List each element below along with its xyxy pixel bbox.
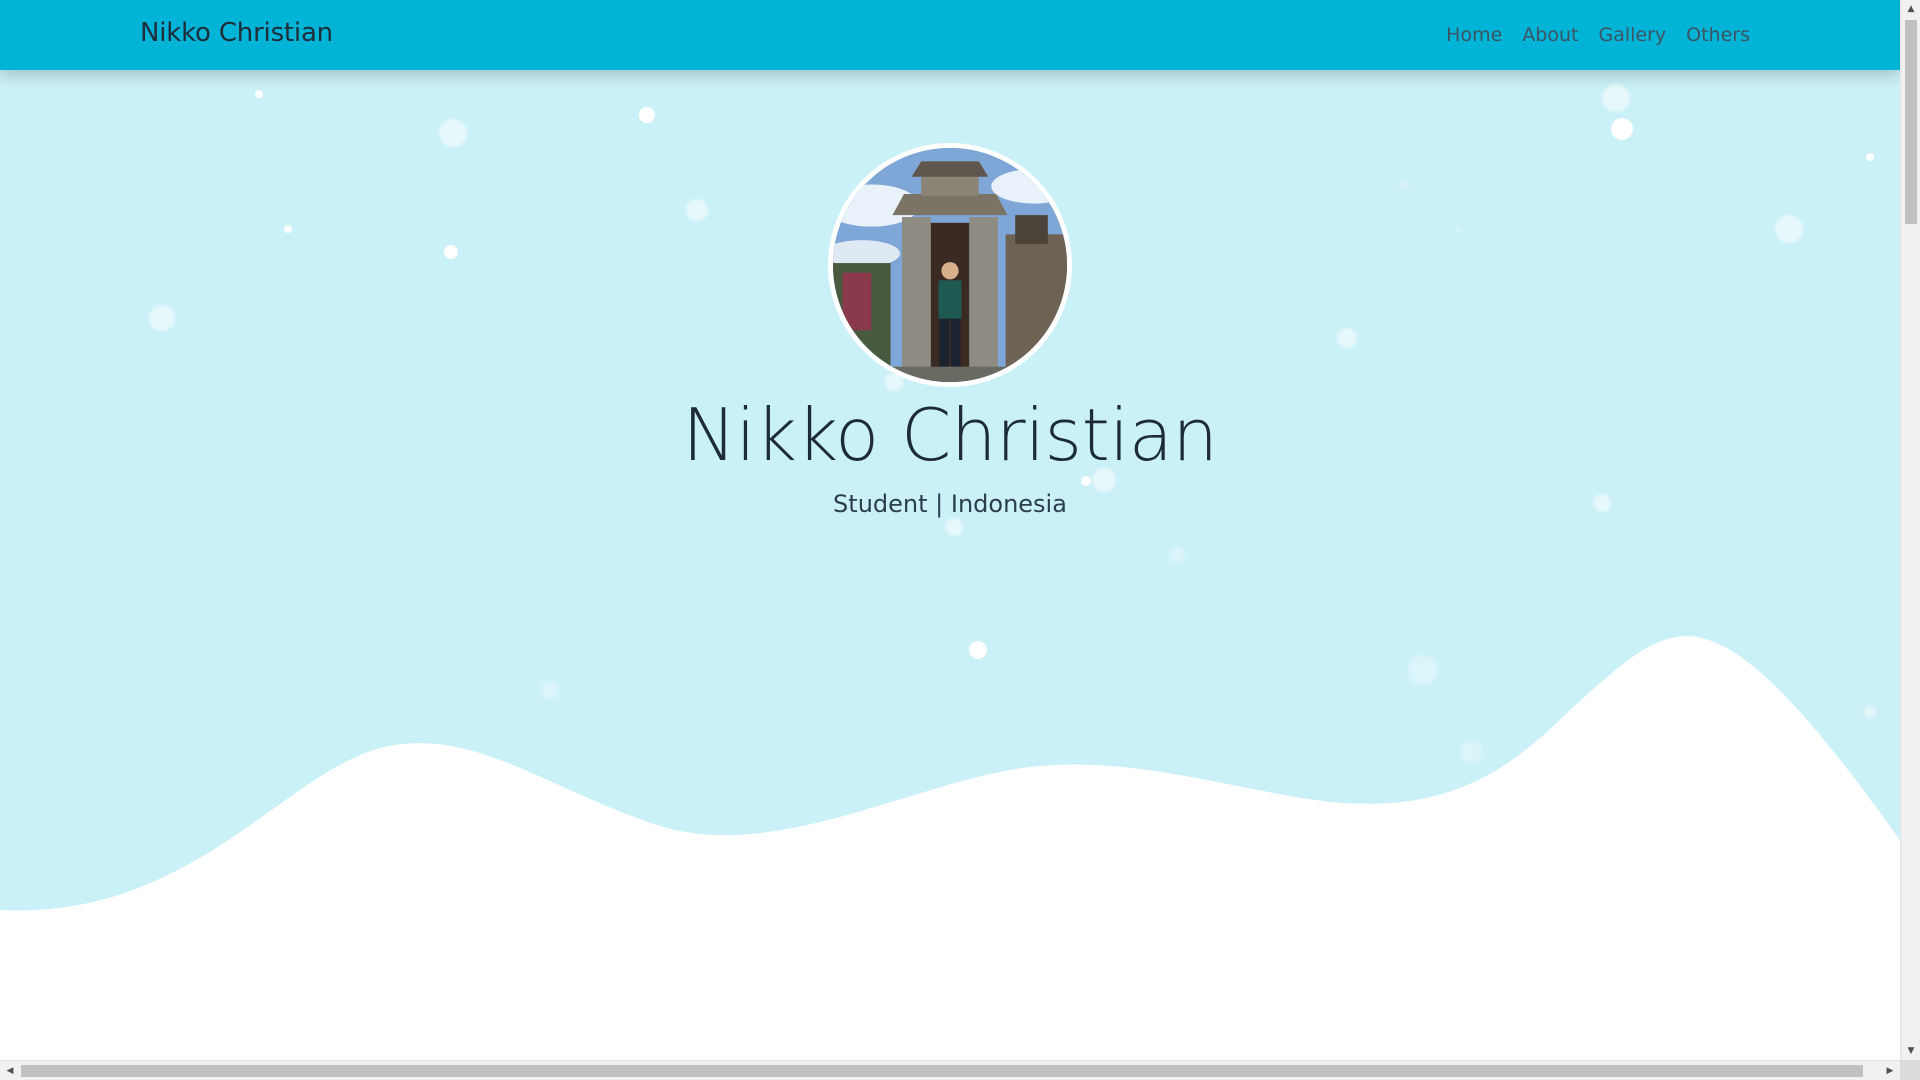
- nav-link-others[interactable]: Others: [1686, 24, 1750, 46]
- horizontal-scroll-thumb[interactable]: [21, 1065, 1863, 1077]
- profile-photo-icon: [833, 148, 1067, 382]
- hero-section: Nikko Christian Student | Indonesia: [0, 0, 1900, 1060]
- nav-link-gallery[interactable]: Gallery: [1598, 24, 1666, 46]
- scrollbar-corner: [1900, 1060, 1920, 1080]
- nav-link-about[interactable]: About: [1522, 24, 1578, 46]
- profile-avatar: [828, 143, 1072, 387]
- wave-path: [0, 636, 1900, 1060]
- scroll-left-arrow-icon[interactable]: ◀: [0, 1061, 20, 1080]
- navbar-brand[interactable]: Nikko Christian: [140, 18, 333, 48]
- horizontal-scrollbar[interactable]: ◀ ▶: [0, 1060, 1920, 1080]
- scroll-down-arrow-icon[interactable]: ▼: [1901, 1042, 1920, 1060]
- vertical-scroll-thumb[interactable]: [1905, 20, 1917, 224]
- nav-links: Home About Gallery Others: [1446, 24, 1750, 46]
- hero-subtitle: Student | Indonesia: [833, 490, 1067, 518]
- hero-title: Nikko Christian: [682, 393, 1218, 477]
- scroll-right-arrow-icon[interactable]: ▶: [1880, 1061, 1900, 1080]
- vertical-scrollbar[interactable]: ▲ ▼: [1900, 0, 1920, 1060]
- viewport: Nikko Christian Student | Indonesia Nikk…: [0, 0, 1900, 1060]
- nav-link-home[interactable]: Home: [1446, 24, 1502, 46]
- scroll-up-arrow-icon[interactable]: ▲: [1901, 0, 1920, 18]
- navbar: Nikko Christian Home About Gallery Other…: [0, 0, 1900, 70]
